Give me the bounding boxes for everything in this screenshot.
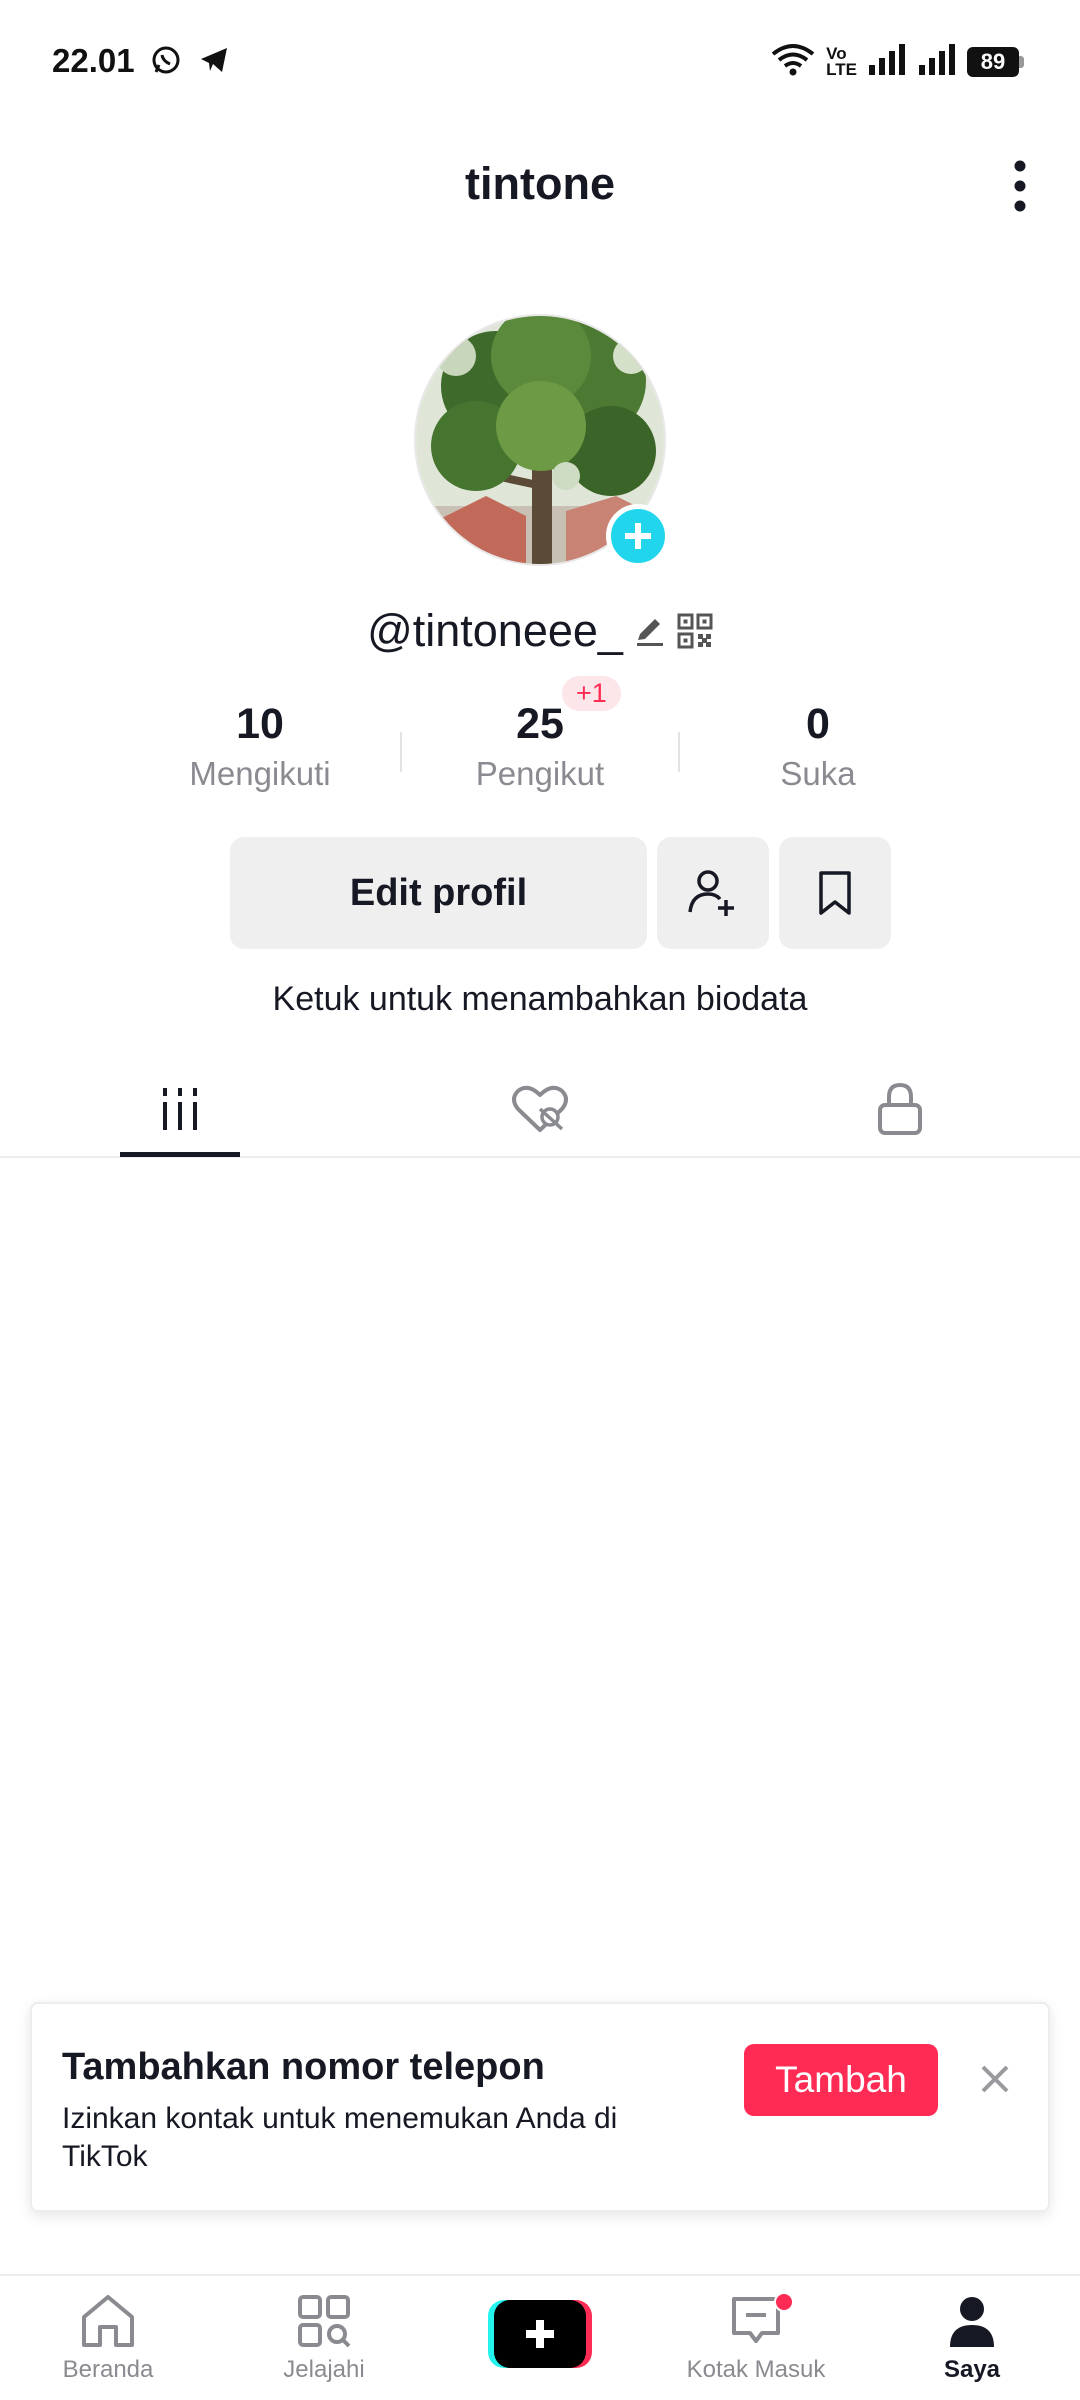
home-icon [0, 2290, 216, 2352]
bio-prompt[interactable]: Ketuk untuk menambahkan biodata [0, 980, 1080, 1019]
username-row: @tintoneee_ [0, 605, 1080, 657]
signal-icon-2 [917, 43, 957, 80]
more-vertical-icon [1014, 160, 1026, 212]
battery-level: 89 [967, 46, 1019, 77]
stat-divider [400, 732, 402, 772]
likes-label: Suka [780, 755, 856, 792]
add-user-icon [688, 870, 734, 916]
lock-icon [878, 1082, 922, 1135]
new-followers-badge: +1 [562, 676, 621, 711]
page-title: tintone [465, 158, 615, 209]
profile-tabs [0, 1060, 1080, 1158]
inbox-icon [648, 2290, 864, 2352]
tab-private[interactable] [780, 1060, 1020, 1158]
add-phone-button[interactable]: Tambah [744, 2044, 938, 2116]
heart-hidden-icon [512, 1085, 568, 1132]
qr-code-icon[interactable] [677, 613, 713, 649]
tab-videos[interactable] [60, 1060, 300, 1158]
status-system-icons: Vo LTE 89 [770, 42, 1024, 81]
profile-stats: 10 Mengikuti 25 Pengikut +1 0 Suka [140, 676, 940, 800]
active-tab-indicator [120, 1152, 240, 1157]
add-friends-button[interactable] [657, 837, 769, 949]
nav-label-inbox: Kotak Masuk [686, 2356, 826, 2383]
favorites-button[interactable] [779, 837, 891, 949]
close-banner-button[interactable] [972, 2056, 1018, 2102]
nav-label-home: Beranda [62, 2356, 154, 2383]
create-icon [488, 2300, 592, 2368]
plus-icon [625, 523, 651, 549]
following-count: 10 [236, 700, 284, 748]
wifi-icon [770, 42, 816, 81]
whatsapp-icon [150, 44, 182, 81]
explore-icon [216, 2290, 432, 2352]
battery-icon: 89 [967, 46, 1024, 77]
notification-dot [774, 2292, 794, 2312]
followers-count: 25 [516, 700, 564, 748]
nav-label-explore: Jelajahi [283, 2356, 365, 2383]
signal-icon-1 [867, 43, 907, 80]
nav-item-inbox[interactable]: Kotak Masuk [648, 2290, 864, 2400]
avatar-container[interactable] [414, 314, 670, 568]
stat-following[interactable]: 10 Mengikuti [140, 700, 380, 793]
followers-label: Pengikut [475, 755, 605, 792]
close-icon [981, 2065, 1009, 2093]
bottom-nav: Beranda Jelajahi Kotak Masuk Saya [0, 2274, 1080, 2400]
status-notification-icons [150, 44, 230, 81]
status-time: 22.01 [52, 42, 135, 79]
status-bar: 22.01 Vo LTE 89 [0, 0, 1080, 120]
bookmark-icon [819, 871, 851, 915]
create-button[interactable] [488, 2300, 592, 2368]
banner-title: Tambahkan nomor telepon [62, 2046, 545, 2088]
stat-followers[interactable]: 25 Pengikut [420, 700, 660, 793]
add-phone-banner: Tambahkan nomor telepon Izinkan kontak u… [30, 2002, 1050, 2212]
nav-item-home[interactable]: Beranda [0, 2290, 216, 2400]
tab-liked[interactable] [420, 1060, 660, 1158]
likes-count: 0 [806, 700, 830, 748]
banner-text: Izinkan kontak untuk menemukan Anda di T… [62, 2102, 618, 2173]
nav-item-explore[interactable]: Jelajahi [216, 2290, 432, 2400]
nav-label-profile: Saya [943, 2356, 1001, 2383]
add-avatar-button[interactable] [606, 504, 670, 568]
stat-likes[interactable]: 0 Suka [698, 700, 938, 793]
following-label: Mengikuti [189, 755, 331, 792]
more-options-button[interactable] [996, 154, 1044, 218]
stat-divider [678, 732, 680, 772]
volte-indicator: Vo LTE [826, 43, 857, 79]
grid-icon [163, 1088, 197, 1130]
profile-icon [864, 2290, 1080, 2352]
telegram-icon [198, 44, 230, 81]
edit-pencil-icon[interactable] [633, 614, 667, 648]
edit-profile-button[interactable]: Edit profil [230, 837, 647, 949]
username: @tintoneee_ [367, 605, 623, 656]
nav-item-profile[interactable]: Saya [864, 2290, 1080, 2400]
